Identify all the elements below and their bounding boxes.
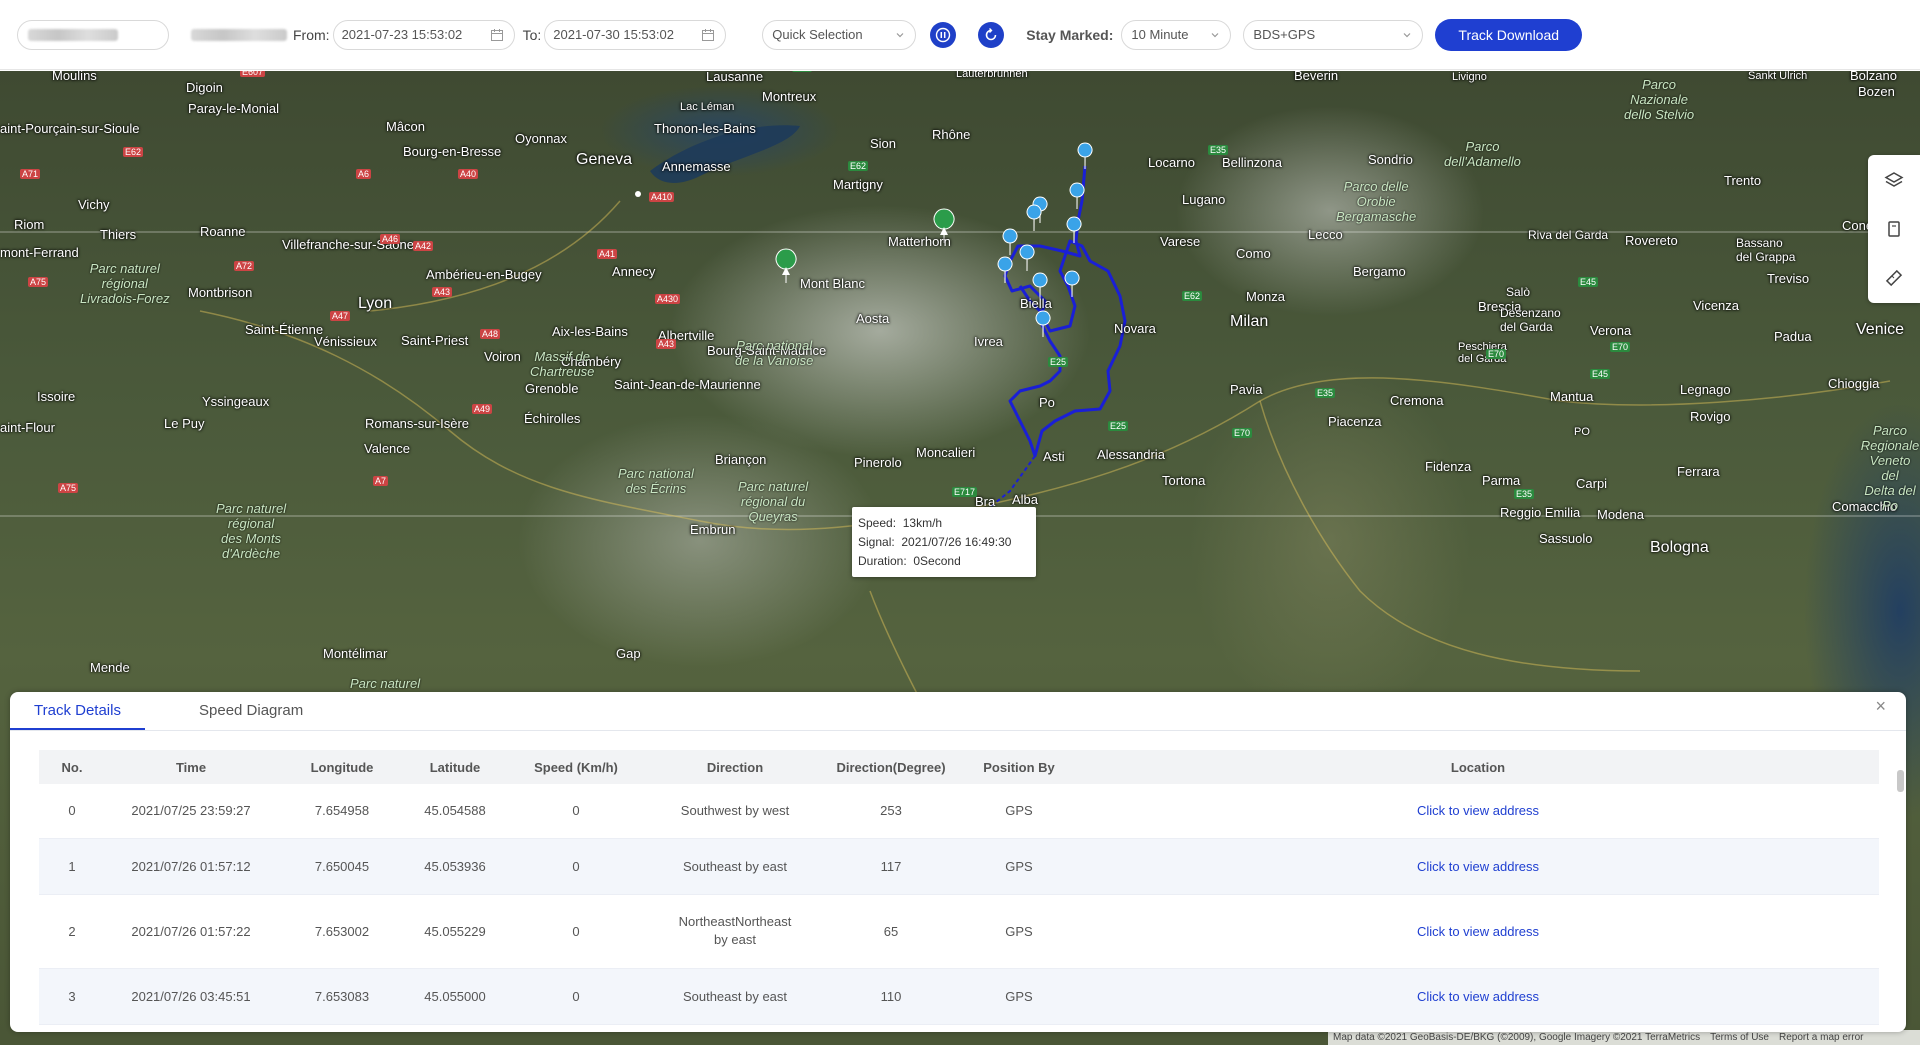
cell-speed: 0 bbox=[503, 968, 649, 1025]
cell-no: 0 bbox=[39, 784, 105, 839]
cell-position-by: GPS bbox=[961, 784, 1077, 839]
table-scrollbar[interactable] bbox=[1897, 770, 1904, 792]
track-point-tooltip: Speed: 13km/h Signal: 2021/07/26 16:49:3… bbox=[852, 507, 1036, 577]
table-header: No. Time Longitude Latitude Speed (Km/h)… bbox=[39, 750, 1879, 784]
cell-latitude: 45.055000 bbox=[407, 968, 503, 1025]
cell-degree: 117 bbox=[821, 838, 961, 895]
bookmark-icon[interactable] bbox=[1884, 219, 1904, 239]
table-row[interactable]: 0 2021/07/25 23:59:27 7.654958 45.054588… bbox=[39, 784, 1879, 839]
cell-time: 2021/07/26 01:57:22 bbox=[105, 894, 277, 969]
cell-degree: 110 bbox=[821, 968, 961, 1025]
positioning-mode-dropdown[interactable]: BDS+GPS bbox=[1243, 19, 1424, 50]
view-address-link[interactable]: Click to view address bbox=[1077, 894, 1879, 969]
tooltip-duration: Duration: 0Second bbox=[858, 554, 961, 568]
pause-playback-button[interactable] bbox=[930, 21, 957, 48]
chevron-down-icon bbox=[1211, 32, 1219, 37]
cell-latitude: 45.055229 bbox=[407, 894, 503, 969]
table-row[interactable]: 1 2021/07/26 01:57:12 7.650045 45.053936… bbox=[39, 838, 1879, 895]
tooltip-speed: Speed: 13km/h bbox=[858, 516, 943, 530]
redacted-device-id bbox=[191, 28, 287, 41]
view-address-link[interactable]: Click to view address bbox=[1077, 784, 1879, 839]
from-date-input[interactable]: 2021-07-23 15:53:02 bbox=[332, 19, 515, 50]
track-download-button[interactable]: Track Download bbox=[1435, 18, 1583, 51]
cell-longitude: 7.654958 bbox=[277, 784, 407, 839]
layers-icon[interactable] bbox=[1884, 170, 1904, 190]
map-attribution: Map data ©2021 GeoBasis-DE/BKG (©2009), … bbox=[1328, 1030, 1920, 1045]
cell-direction: NortheastNortheast by east bbox=[649, 894, 821, 969]
column-header: Position By bbox=[961, 750, 1077, 784]
cell-position-by: GPS bbox=[961, 894, 1077, 969]
panel-tabs: Track Details Speed Diagram × bbox=[10, 692, 1906, 731]
from-label: From: bbox=[293, 26, 330, 43]
column-header: No. bbox=[39, 750, 105, 784]
cell-time: 2021/07/26 01:57:12 bbox=[105, 838, 277, 895]
cell-position-by: GPS bbox=[961, 968, 1077, 1025]
cell-degree: 253 bbox=[821, 784, 961, 839]
stay-marked-dropdown[interactable]: 10 Minute bbox=[1121, 19, 1232, 50]
view-address-link[interactable]: Click to view address bbox=[1077, 968, 1879, 1025]
pause-icon bbox=[936, 27, 951, 42]
cell-direction: Southeast by east bbox=[649, 838, 821, 895]
cell-latitude: 45.053936 bbox=[407, 838, 503, 895]
calendar-icon bbox=[490, 28, 503, 41]
stay-marked-value: 10 Minute bbox=[1131, 27, 1189, 42]
toolbar: From: 2021-07-23 15:53:02 To: 2021-07-30… bbox=[0, 0, 1920, 70]
column-header: Location bbox=[1077, 750, 1879, 784]
replay-icon bbox=[985, 27, 997, 40]
cell-no: 1 bbox=[39, 838, 105, 895]
tooltip-signal: Signal: 2021/07/26 16:49:30 bbox=[858, 535, 1012, 549]
view-address-link[interactable]: Click to view address bbox=[1077, 838, 1879, 895]
cell-longitude: 7.653002 bbox=[277, 894, 407, 969]
cell-time: 2021/07/26 03:45:51 bbox=[105, 968, 277, 1025]
chevron-down-icon bbox=[1403, 32, 1411, 37]
cell-no: 3 bbox=[39, 968, 105, 1025]
column-header: Speed (Km/h) bbox=[503, 750, 649, 784]
terms-of-use-link[interactable]: Terms of Use bbox=[1710, 1032, 1769, 1043]
track-details-panel: Track Details Speed Diagram × No. Time L… bbox=[10, 692, 1906, 1032]
map-tools-panel bbox=[1868, 155, 1920, 303]
tab-track-details[interactable]: Track Details bbox=[10, 692, 145, 730]
cell-time: 2021/07/25 23:59:27 bbox=[105, 784, 277, 839]
close-icon[interactable]: × bbox=[1875, 696, 1886, 717]
column-header: Time bbox=[105, 750, 277, 784]
from-date-value: 2021-07-23 15:53:02 bbox=[341, 27, 463, 42]
cell-latitude: 45.054588 bbox=[407, 784, 503, 839]
replay-button[interactable] bbox=[978, 21, 1005, 48]
map-data-credit: Map data ©2021 GeoBasis-DE/BKG (©2009), … bbox=[1333, 1032, 1701, 1043]
table-row[interactable]: 2 2021/07/26 01:57:22 7.653002 45.055229… bbox=[39, 894, 1879, 969]
stay-marked-label: Stay Marked: bbox=[1026, 26, 1114, 43]
calendar-icon bbox=[702, 28, 715, 41]
table-row[interactable]: 3 2021/07/26 03:45:51 7.653083 45.055000… bbox=[39, 968, 1879, 1025]
chevron-down-icon bbox=[896, 32, 904, 37]
cell-degree: 65 bbox=[821, 894, 961, 969]
quick-selection-dropdown[interactable]: Quick Selection bbox=[762, 19, 917, 50]
cell-direction: Southwest by west bbox=[649, 784, 821, 839]
to-date-value: 2021-07-30 15:53:02 bbox=[553, 27, 674, 42]
column-header: Direction bbox=[649, 750, 821, 784]
report-map-error-link[interactable]: Report a map error bbox=[1779, 1032, 1863, 1043]
cell-speed: 0 bbox=[503, 784, 649, 839]
positioning-mode-value: BDS+GPS bbox=[1253, 27, 1316, 42]
cell-direction: Southeast by east bbox=[649, 968, 821, 1025]
cell-longitude: 7.650045 bbox=[277, 838, 407, 895]
column-header: Direction(Degree) bbox=[821, 750, 961, 784]
cell-longitude: 7.653083 bbox=[277, 968, 407, 1025]
quick-selection-value: Quick Selection bbox=[772, 27, 863, 42]
cell-speed: 0 bbox=[503, 838, 649, 895]
column-header: Latitude bbox=[407, 750, 503, 784]
cell-position-by: GPS bbox=[961, 838, 1077, 895]
ruler-icon[interactable] bbox=[1884, 268, 1904, 288]
cell-speed: 0 bbox=[503, 894, 649, 969]
column-header: Longitude bbox=[277, 750, 407, 784]
cell-no: 2 bbox=[39, 894, 105, 969]
device-select[interactable] bbox=[17, 19, 169, 50]
track-table: No. Time Longitude Latitude Speed (Km/h)… bbox=[39, 750, 1879, 1025]
to-date-input[interactable]: 2021-07-30 15:53:02 bbox=[544, 19, 727, 50]
redacted-device-name bbox=[28, 28, 118, 41]
tab-speed-diagram[interactable]: Speed Diagram bbox=[199, 692, 303, 730]
to-label: To: bbox=[522, 26, 542, 43]
